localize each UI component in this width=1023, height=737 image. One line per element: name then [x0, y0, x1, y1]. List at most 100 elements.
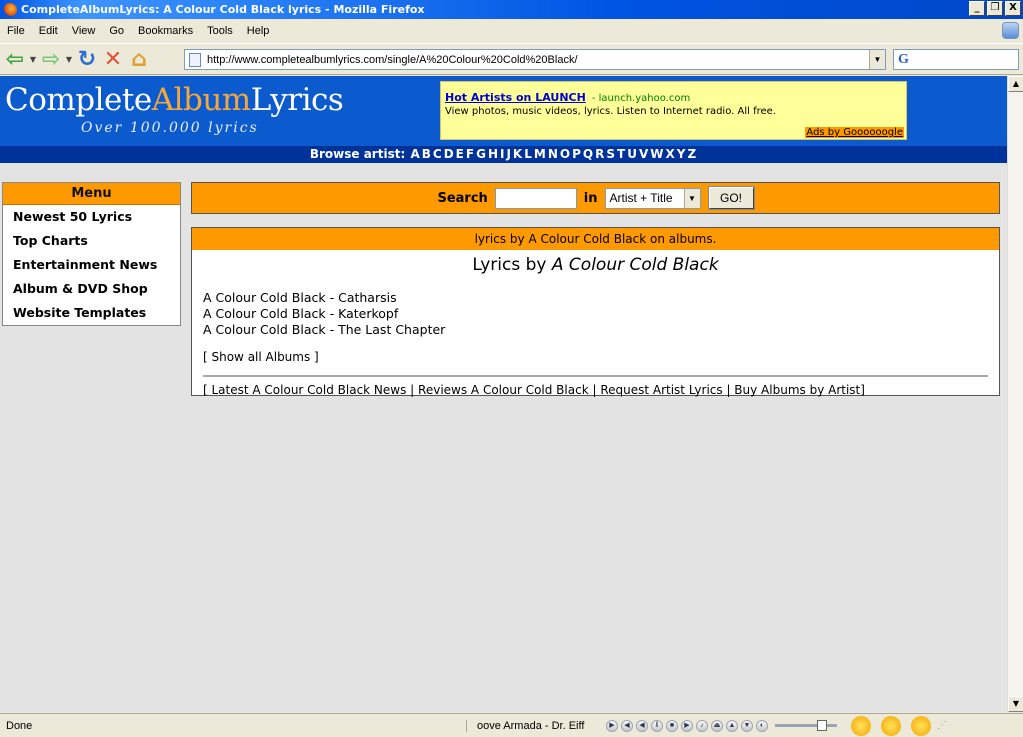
list-item[interactable]: A Colour Cold Black - Katerkopf — [203, 306, 999, 322]
back-arrow-icon[interactable]: ⇦ — [2, 46, 28, 72]
browse-letter-l[interactable]: L — [524, 147, 532, 161]
menu-go[interactable]: Go — [102, 25, 131, 37]
up-icon[interactable]: ▲ — [726, 719, 738, 732]
search-bar: Search in Artist + Title ▼ GO! — [191, 182, 1000, 214]
eject-icon[interactable]: ⏏ — [711, 719, 723, 732]
chevron-down-icon[interactable]: ▼ — [683, 188, 700, 208]
forward-history-dropdown-icon[interactable]: ▼ — [64, 46, 74, 72]
artist-links[interactable]: [ Latest A Colour Cold Black News | Revi… — [203, 383, 999, 397]
list-item[interactable]: A Colour Cold Black - Catharsis — [203, 290, 999, 306]
browse-letter-k[interactable]: K — [513, 147, 522, 161]
home-icon[interactable]: ⌂ — [126, 46, 152, 72]
browse-letter-w[interactable]: W — [650, 147, 663, 161]
weather-alert-icon[interactable] — [911, 715, 931, 736]
weather-sun-icon[interactable] — [851, 715, 871, 736]
search-engine-box[interactable]: G — [893, 49, 1019, 70]
browse-letter-p[interactable]: P — [572, 147, 581, 161]
browse-letter-x[interactable]: X — [665, 147, 674, 161]
list-item[interactable]: A Colour Cold Black - The Last Chapter — [203, 322, 999, 338]
volume-slider[interactable] — [775, 720, 837, 731]
browse-letter-f[interactable]: F — [466, 147, 474, 161]
down-icon[interactable]: ▼ — [741, 719, 753, 732]
show-all-albums-link[interactable]: [ Show all Albums ] — [203, 350, 999, 364]
browse-letter-c[interactable]: C — [433, 147, 442, 161]
menu-help[interactable]: Help — [240, 25, 277, 37]
close-button[interactable]: X — [1005, 1, 1021, 16]
divider — [203, 375, 988, 377]
menu-view[interactable]: View — [65, 25, 103, 37]
browse-letter-r[interactable]: R — [595, 147, 604, 161]
menu-file[interactable]: File — [0, 25, 32, 37]
browse-letter-n[interactable]: N — [548, 147, 558, 161]
stop-media-icon[interactable]: ■ — [666, 719, 678, 732]
volume-knob[interactable] — [817, 720, 827, 731]
title-prefix: Lyrics by — [472, 255, 547, 275]
panel-header: lyrics by A Colour Cold Black on albums. — [192, 228, 999, 250]
minimize-button[interactable]: _ — [969, 1, 985, 16]
menu-item-newest-50-lyrics[interactable]: Newest 50 Lyrics — [3, 205, 180, 229]
address-url[interactable]: http://www.completealbumlyrics.com/singl… — [207, 54, 578, 66]
go-button[interactable]: GO! — [707, 186, 755, 210]
browse-letter-z[interactable]: Z — [687, 147, 696, 161]
reload-icon[interactable]: ↻ — [74, 46, 100, 72]
vertical-scrollbar[interactable]: ▲ ▼ — [1007, 76, 1023, 712]
menu-item-website-templates[interactable]: Website Templates — [3, 301, 180, 325]
stop-icon[interactable]: ✕ — [100, 46, 126, 72]
volume-icon[interactable]: ◐ — [756, 719, 768, 732]
browse-letter-i[interactable]: I — [500, 147, 504, 161]
menu-item-entertainment-news[interactable]: Entertainment News — [3, 253, 180, 277]
address-dropdown-icon[interactable]: ▼ — [869, 50, 885, 69]
browse-letter-e[interactable]: E — [456, 147, 464, 161]
browse-letter-m[interactable]: M — [534, 147, 546, 161]
throbber-icon — [1002, 22, 1019, 39]
menu-edit[interactable]: Edit — [32, 25, 65, 37]
browse-letter-v[interactable]: V — [639, 147, 648, 161]
scroll-up-icon[interactable]: ▲ — [1008, 76, 1023, 92]
browse-letter-u[interactable]: U — [627, 147, 637, 161]
browse-letter-h[interactable]: H — [488, 147, 498, 161]
ad-description: View photos, music videos, lyrics. Liste… — [445, 106, 776, 117]
weather-cloud-icon[interactable] — [881, 715, 901, 736]
search-input[interactable] — [494, 187, 577, 209]
browse-letter-y[interactable]: Y — [677, 147, 686, 161]
menu-bookmarks[interactable]: Bookmarks — [131, 25, 200, 37]
rewind-icon[interactable]: ◀ — [636, 719, 648, 732]
menu-tools[interactable]: Tools — [200, 25, 240, 37]
browse-letter-g[interactable]: G — [476, 147, 486, 161]
browse-letter-s[interactable]: S — [606, 147, 615, 161]
ad-title-link[interactable]: Hot Artists on LAUNCH — [445, 91, 586, 104]
menu-item-top-charts[interactable]: Top Charts — [3, 229, 180, 253]
music-icon[interactable]: ♪ — [696, 719, 708, 732]
search-type-select[interactable]: Artist + Title ▼ — [604, 187, 701, 209]
maximize-button[interactable]: ❐ — [987, 1, 1003, 16]
browse-letter-o[interactable]: O — [560, 147, 570, 161]
menu-item-album-dvd-shop[interactable]: Album & DVD Shop — [3, 277, 180, 301]
ad-credit-link[interactable]: Ads by Goooooogle — [805, 127, 904, 138]
browse-letter-j[interactable]: J — [506, 147, 510, 161]
status-text: Done — [6, 719, 33, 732]
browse-letter-a[interactable]: A — [410, 147, 419, 161]
menu-bar: File Edit View Go Bookmarks Tools Help — [0, 20, 1023, 42]
song-list: A Colour Cold Black - Catharsis A Colour… — [203, 290, 999, 338]
play-icon[interactable]: ▶ — [606, 719, 618, 732]
logo-album: Album — [151, 82, 252, 118]
scroll-down-icon[interactable]: ▼ — [1008, 696, 1023, 712]
forward-arrow-icon[interactable]: ⇨ — [38, 46, 64, 72]
browse-letter-q[interactable]: Q — [583, 147, 593, 161]
pause-icon[interactable]: ‖ — [651, 719, 663, 732]
browse-letter-d[interactable]: D — [444, 147, 454, 161]
page-icon — [189, 52, 201, 67]
window-title: CompleteAlbumLyrics: A Colour Cold Black… — [21, 3, 425, 16]
ad-url[interactable]: - launch.yahoo.com — [592, 93, 690, 104]
next-icon[interactable]: ▶ — [681, 719, 693, 732]
resize-grip-icon[interactable]: ⋰ — [937, 720, 951, 731]
ad-banner: Hot Artists on LAUNCH - launch.yahoo.com … — [440, 81, 907, 140]
google-icon[interactable]: G — [898, 52, 909, 68]
browse-letter-b[interactable]: B — [422, 147, 431, 161]
address-bar[interactable]: http://www.completealbumlyrics.com/singl… — [184, 49, 886, 70]
browse-letter-t[interactable]: T — [617, 147, 625, 161]
prev-icon[interactable]: ◀ — [621, 719, 633, 732]
site-logo[interactable]: CompleteAlbumLyrics — [5, 82, 344, 118]
browse-letters: ABCDEFGHIJKLMNOPQRSTUVWXYZ — [409, 147, 697, 161]
back-history-dropdown-icon[interactable]: ▼ — [28, 46, 38, 72]
